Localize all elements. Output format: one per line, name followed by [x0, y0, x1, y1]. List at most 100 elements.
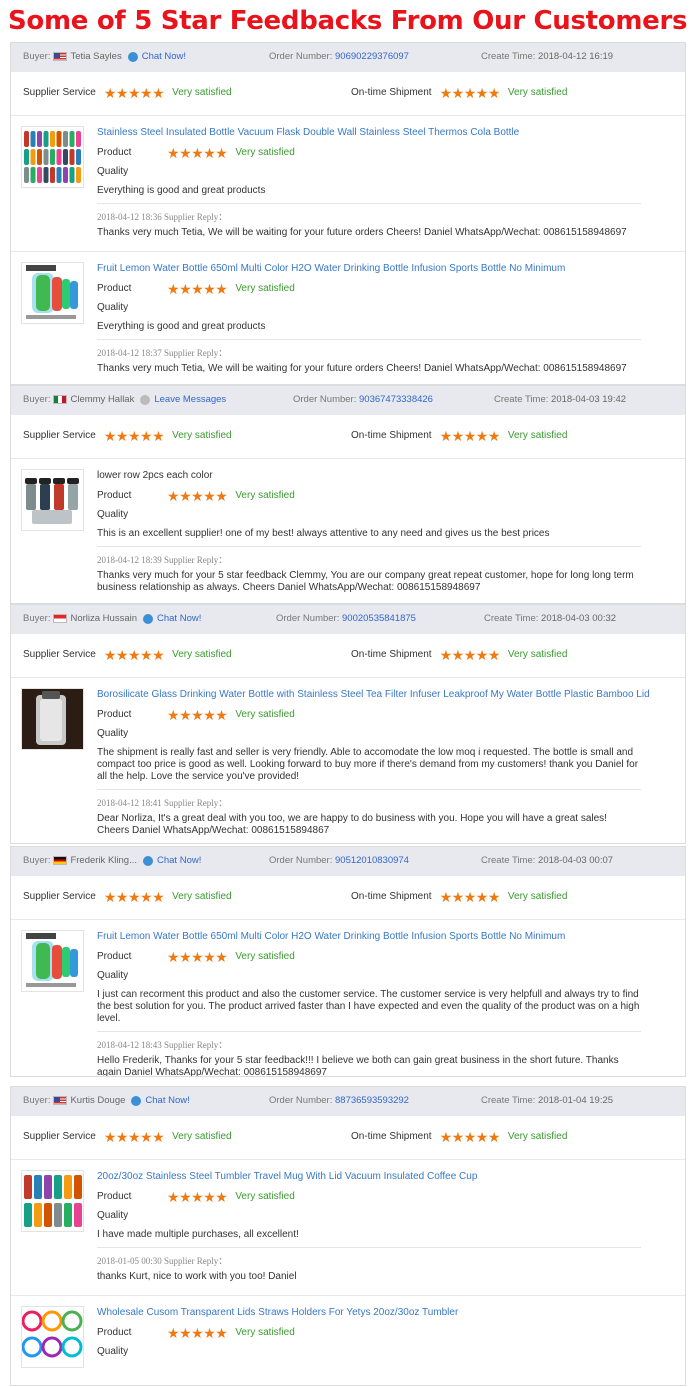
create-time: Create Time: 2018-04-12 16:19	[481, 51, 613, 62]
supplier-service-rating: Supplier Service ★ ★ ★ ★ ★ Very satisfied	[23, 84, 232, 101]
product-thumbnail[interactable]	[21, 1306, 84, 1368]
rating-text: Very satisfied	[507, 649, 568, 660]
buyer-label: Buyer:	[23, 394, 51, 405]
supplier-reply-label: Supplier Reply：	[161, 212, 228, 222]
product-thumbnail[interactable]	[21, 469, 84, 531]
supplier-reply: Thanks very much Tetia, We will be waiti…	[97, 227, 627, 238]
create-time: Create Time: 2018-04-03 19:42	[494, 394, 626, 405]
reply-date: 2018-04-12 18:37	[97, 348, 162, 358]
chat-icon[interactable]	[131, 1095, 142, 1106]
reply-date: 2018-04-12 18:39	[97, 555, 162, 565]
rating-text: Very satisfied	[507, 891, 568, 902]
order-number: Order Number: 88736593593292	[269, 1095, 409, 1106]
supplier-reply: Hello Frederik, Thanks for your 5 star f…	[97, 1055, 619, 1077]
star-icon: ★	[127, 888, 141, 905]
product-thumbnail[interactable]	[21, 930, 84, 992]
order-number-link[interactable]: 90512010830974	[335, 855, 409, 866]
product-thumbnail[interactable]	[21, 262, 84, 324]
contact-link[interactable]: Chat Now!	[142, 51, 186, 62]
rating-text: Very satisfied	[235, 709, 295, 720]
ontime-shipment-rating: On-time Shipment ★ ★ ★ ★ ★ Very satisfied	[351, 646, 568, 663]
star-icon: ★	[215, 706, 228, 723]
quality-label: Quality	[97, 1210, 129, 1221]
create-time-value: 2018-04-03 19:42	[551, 394, 627, 405]
ontime-shipment-label: On-time Shipment	[351, 649, 432, 660]
star-icon: ★	[475, 646, 489, 663]
product-label: Product	[97, 709, 132, 720]
contact-link[interactable]: Chat Now!	[157, 855, 201, 866]
quality-label: Quality	[97, 302, 129, 313]
product-rating: Product ★ ★ ★ ★ ★ Very satisfied	[97, 280, 641, 297]
star-icon: ★	[475, 1128, 489, 1145]
product-label: Product	[97, 951, 132, 962]
product-title[interactable]: 20oz/30oz Stainless Steel Tumbler Travel…	[97, 1170, 641, 1183]
star-icon: ★	[115, 84, 129, 101]
ratings-row: Supplier Service ★ ★ ★ ★ ★ Very satisfied On-ti…	[11, 1116, 685, 1160]
star-icon: ★	[451, 646, 465, 663]
buyer-info: Buyer: Norliza Hussain Chat Now!	[23, 613, 201, 624]
buyer-header: Buyer: Norliza Hussain Chat Now! Order Numb…	[11, 605, 685, 634]
product-label: Product	[97, 490, 132, 501]
star-icon: ★	[167, 487, 180, 504]
order-number-link[interactable]: 90367473338426	[359, 394, 433, 405]
star-icon: ★	[179, 948, 192, 965]
contact-link[interactable]: Chat Now!	[157, 613, 201, 624]
ontime-shipment-rating: On-time Shipment ★ ★ ★ ★ ★ Very satisfied	[351, 84, 567, 101]
product-title[interactable]: Stainless Steel Insulated Bottle Vacuum …	[97, 126, 641, 139]
product-review: Wholesale Cusom Transparent Lids Straws …	[11, 1296, 685, 1385]
order-number-link[interactable]: 88736593593292	[335, 1095, 409, 1106]
star-icon: ★	[215, 1324, 228, 1341]
star-icon: ★	[215, 144, 228, 161]
order-number-link[interactable]: 90020535841875	[342, 613, 416, 624]
chat-icon[interactable]	[127, 51, 138, 62]
star-icon: ★	[215, 1188, 228, 1205]
reply-meta: 2018-04-12 18:36 Supplier Reply：	[97, 210, 641, 223]
product-thumbnail[interactable]	[21, 126, 84, 188]
message-icon[interactable]	[140, 394, 151, 405]
supplier-service-rating: Supplier Service ★ ★ ★ ★ ★ Very satisfied	[23, 1128, 232, 1145]
contact-link[interactable]: Chat Now!	[145, 1095, 189, 1106]
contact-link[interactable]: Leave Messages	[154, 394, 226, 405]
star-icon: ★	[191, 1188, 204, 1205]
review-body: 20oz/30oz Stainless Steel Tumbler Travel…	[97, 1170, 641, 1283]
star-icon: ★	[167, 1324, 180, 1341]
rating-text: Very satisfied	[172, 649, 232, 660]
rating-text: Very satisfied	[235, 951, 295, 962]
rating-text: Very satisfied	[172, 87, 232, 98]
product-thumbnail[interactable]	[21, 688, 84, 750]
quality-label: Quality	[97, 166, 129, 177]
ratings-row: Supplier Service ★ ★ ★ ★ ★ Very satisfied On-ti…	[11, 415, 685, 459]
rating-stars: ★ ★ ★ ★ ★	[167, 144, 228, 161]
reply-date: 2018-04-12 18:36	[97, 212, 162, 222]
star-icon: ★	[487, 84, 501, 101]
chat-icon[interactable]	[143, 613, 153, 624]
review-body: Stainless Steel Insulated Bottle Vacuum …	[97, 126, 641, 239]
buyer-comment: The shipment is really fast and seller i…	[97, 747, 641, 790]
chat-icon[interactable]	[143, 855, 153, 866]
star-icon: ★	[203, 487, 216, 504]
create-time-value: 2018-01-04 19:25	[538, 1095, 614, 1106]
rating-text: Very satisfied	[235, 1327, 295, 1338]
star-icon: ★	[127, 84, 141, 101]
ratings-row: Supplier Service ★ ★ ★ ★ ★ Very satisfied On-ti…	[11, 634, 685, 678]
order-number: Order Number: 90690229376097	[269, 51, 409, 62]
product-thumbnail[interactable]	[21, 1170, 84, 1232]
buyer-name: Clemmy Hallak	[70, 394, 135, 405]
product-title[interactable]: Borosilicate Glass Drinking Water Bottle…	[97, 688, 650, 701]
reply-date: 2018-01-05 00:30	[97, 1256, 162, 1266]
create-time-value: 2018-04-12 16:19	[538, 51, 614, 62]
star-icon: ★	[191, 948, 204, 965]
rating-stars: ★ ★ ★ ★ ★	[167, 1324, 228, 1341]
star-icon: ★	[203, 1188, 216, 1205]
supplier-service-rating: Supplier Service ★ ★ ★ ★ ★ Very satisfied	[23, 648, 232, 662]
order-number: Order Number: 90512010830974	[269, 855, 409, 866]
supplier-service-label: Supplier Service	[23, 1131, 96, 1142]
order-number-link[interactable]: 90690229376097	[335, 51, 409, 62]
product-title[interactable]: Wholesale Cusom Transparent Lids Straws …	[97, 1306, 641, 1319]
star-icon: ★	[179, 280, 192, 297]
star-icon: ★	[152, 1128, 165, 1145]
reply-meta: 2018-04-12 18:39 Supplier Reply：	[97, 553, 641, 566]
product-title[interactable]: Fruit Lemon Water Bottle 650ml Multi Col…	[97, 930, 641, 943]
star-icon: ★	[439, 888, 453, 905]
product-title[interactable]: Fruit Lemon Water Bottle 650ml Multi Col…	[97, 262, 641, 275]
